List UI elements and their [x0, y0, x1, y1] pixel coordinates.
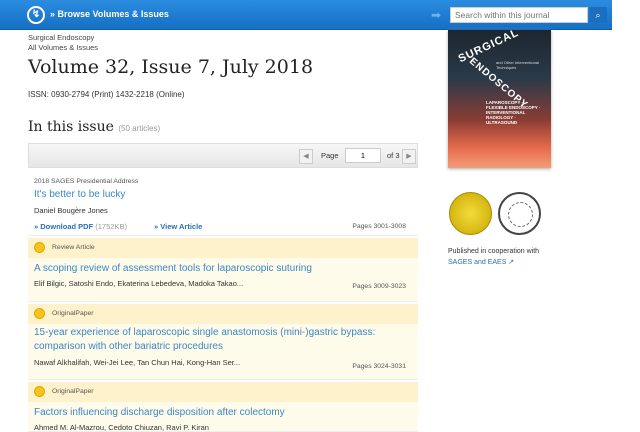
download-pdf-label: » Download PDF: [34, 222, 94, 231]
article-item: 2018 SAGES Presidential Address It's bet…: [28, 172, 418, 236]
view-article-link[interactable]: » View Article: [154, 222, 202, 231]
sages-eaes-link[interactable]: SAGES and EAES ↗: [448, 258, 514, 266]
lock-icon: [34, 308, 45, 319]
eaes-seal-icon: [498, 192, 541, 235]
article-pages: Pages 3024-3031: [352, 363, 406, 370]
page-total: of 3: [387, 151, 400, 160]
article-pages: Pages 3009-3023: [352, 283, 406, 290]
article-type: OriginalPaper: [52, 310, 94, 317]
article-title-link[interactable]: Factors influencing discharge dispositio…: [34, 406, 414, 420]
article-item: OriginalPaper Factors influencing discha…: [28, 382, 418, 432]
published-cooperation-label: Published in cooperation with: [448, 248, 540, 255]
lock-icon: [34, 386, 45, 397]
page-title: Volume 32, Issue 7, July 2018: [28, 56, 314, 78]
article-count: (50 articles): [118, 124, 161, 133]
section-heading: In this issue (50 articles): [28, 119, 160, 135]
browse-volumes-link[interactable]: » Browse Volumes & Issues: [50, 9, 169, 19]
article-title-link[interactable]: 15-year experience of laparoscopic singl…: [34, 326, 414, 354]
search-input[interactable]: [450, 7, 588, 23]
lock-icon: [34, 242, 45, 253]
article-type: 2018 SAGES Presidential Address: [34, 178, 139, 185]
next-page-button[interactable]: ▶: [402, 149, 416, 164]
cover-topics: LAPAROSCOPY · FLEXIBLE ENDOSCOPY · INTER…: [486, 100, 541, 125]
prev-page-button[interactable]: ◀: [299, 149, 313, 164]
breadcrumb-all-volumes[interactable]: All Volumes & Issues: [28, 43, 98, 52]
search-icon: ⌕: [595, 10, 601, 20]
page-label: Page: [321, 151, 339, 160]
page-number-input[interactable]: [345, 148, 381, 163]
search-button[interactable]: ⌕: [589, 7, 607, 23]
article-type: OriginalPaper: [52, 388, 94, 395]
article-item: Review Article A scoping review of asses…: [28, 238, 418, 302]
breadcrumb-journal[interactable]: Surgical Endoscopy: [28, 33, 94, 42]
article-type: Review Article: [52, 244, 95, 251]
article-title-link[interactable]: It's better to be lucky: [34, 188, 414, 202]
download-pdf-link[interactable]: » Download PDF (1752KB): [34, 222, 127, 231]
cover-subtitle: and Other Interventional Techniques: [496, 60, 539, 70]
journal-cover-image[interactable]: SURGICAL and Other Interventional Techni…: [448, 30, 551, 168]
in-this-issue-label: In this issue: [28, 119, 114, 135]
sages-seal-icon: [449, 192, 492, 235]
issn: ISSN: 0930-2794 (Print) 1432-2218 (Onlin…: [28, 90, 185, 99]
article-authors: Nawaf Alkhalifah, Wei-Jei Lee, Tan Chun …: [34, 358, 241, 367]
pagination-bar: ◀ Page of 3 ▶: [28, 143, 418, 168]
pdf-size: (1752KB): [95, 222, 127, 231]
arrow-right-icon: ➡: [431, 8, 442, 22]
springer-logo-icon[interactable]: ↯: [27, 6, 45, 24]
article-item: OriginalPaper 15-year experience of lapa…: [28, 304, 418, 380]
article-pages: Pages 3001-3008: [352, 223, 406, 230]
article-title-link[interactable]: A scoping review of assessment tools for…: [34, 262, 414, 276]
top-nav-bar: ↯ » Browse Volumes & Issues ➡ ⌕: [0, 0, 612, 30]
article-authors: Daniel Bougère Jones: [34, 206, 108, 215]
article-authors: Elif Bilgic, Satoshi Endo, Ekaterina Leb…: [34, 279, 244, 288]
